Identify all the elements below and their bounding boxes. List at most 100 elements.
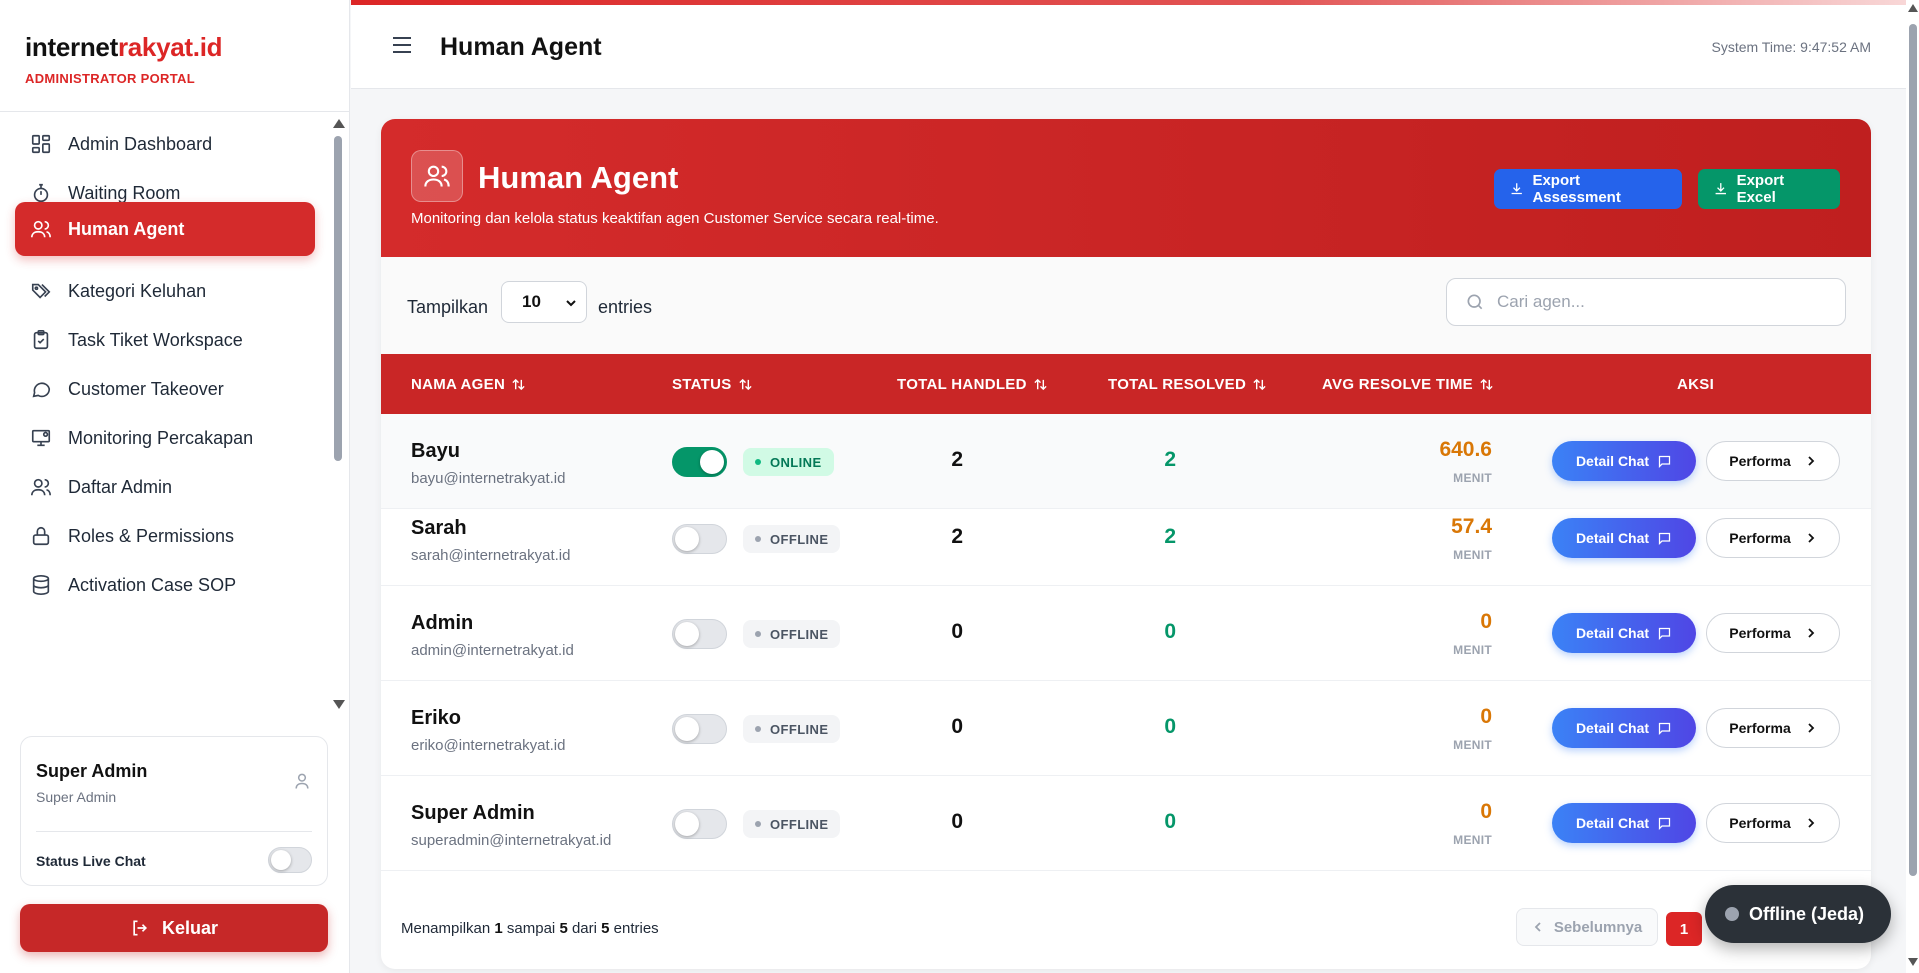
total-handled: 0 — [951, 810, 963, 833]
brand: internetrakyat.id ADMINISTRATOR PORTAL — [0, 0, 349, 112]
sidebar-item-label: Admin Dashboard — [68, 133, 213, 154]
sidebar-item-roles-permissions[interactable]: Roles & Permissions — [15, 509, 315, 563]
export-excel-button[interactable]: Export Excel — [1698, 169, 1840, 209]
entries-select[interactable]: 10 — [501, 281, 587, 323]
performa-button[interactable]: Performa — [1706, 708, 1840, 748]
page-scrollbar-thumb[interactable] — [1909, 24, 1917, 876]
performa-label: Performa — [1729, 530, 1791, 546]
avg-resolve-time: 0 — [1480, 705, 1492, 728]
agent-status-toggle[interactable] — [672, 809, 727, 839]
previous-page-label: Sebelumnya — [1553, 918, 1643, 936]
pagination-text: sampai — [506, 920, 556, 937]
page-scroll-down-arrow[interactable] — [1908, 958, 1918, 966]
status-dot — [1725, 907, 1739, 921]
detail-chat-button[interactable]: Detail Chat — [1552, 803, 1696, 843]
agent-status-floating-button[interactable]: Offline (Jeda) — [1705, 885, 1891, 943]
brand-name-part2: rakyat.id — [117, 32, 223, 62]
user-name: Super Admin — [36, 761, 148, 781]
status-badge: OFFLINE — [743, 525, 841, 553]
sidebar-item-label: Monitoring Percakapan — [68, 427, 254, 448]
agent-name: Super Admin — [411, 802, 535, 824]
sidebar-item-daftar-admin[interactable]: Daftar Admin — [15, 460, 315, 514]
status-badge: OFFLINE — [743, 715, 841, 743]
table-row: Sarah sarah@internetrakyat.id OFFLINE 2 … — [381, 491, 1871, 586]
divider — [36, 831, 312, 832]
sidebar-scrollbar-thumb[interactable] — [334, 136, 342, 461]
chat-bubble-icon — [1658, 532, 1671, 545]
column-header-avg-resolve-time[interactable]: AVG RESOLVE TIME — [1322, 376, 1494, 393]
avg-resolve-unit: MENIT — [1453, 833, 1492, 847]
agent-status-toggle[interactable] — [672, 714, 727, 744]
column-header-label: STATUS — [672, 376, 732, 393]
total-resolved: 2 — [1164, 448, 1176, 471]
sidebar-item-label: Waiting Room — [68, 182, 181, 203]
performa-label: Performa — [1729, 625, 1791, 641]
chat-bubble-icon — [1658, 455, 1671, 468]
logout-label: Keluar — [161, 917, 219, 938]
status-badge: OFFLINE — [743, 620, 841, 648]
sidebar-item-human-agent[interactable]: Human Agent — [15, 202, 315, 256]
agent-name: Eriko — [411, 707, 462, 729]
show-entries-label: Tampilkan — [407, 297, 489, 317]
detail-chat-button[interactable]: Detail Chat — [1552, 441, 1696, 481]
hero-icon-box — [411, 150, 463, 202]
detail-chat-label: Detail Chat — [1575, 453, 1650, 469]
monitor-icon — [31, 429, 51, 447]
user-card: Super Admin Super Admin Status Live Chat — [20, 736, 328, 886]
sidebar-scroll-up-arrow[interactable] — [333, 119, 345, 128]
column-header-total-handled[interactable]: TOTAL HANDLED — [897, 376, 1048, 393]
performa-button[interactable]: Performa — [1706, 803, 1840, 843]
human-agent-panel: Human Agent Monitoring dan kelola status… — [381, 119, 1871, 969]
export-assessment-button[interactable]: Export Assessment — [1494, 169, 1682, 209]
detail-chat-button[interactable]: Detail Chat — [1552, 708, 1696, 748]
column-header-label: NAMA AGEN — [411, 376, 506, 393]
stopwatch-icon — [33, 183, 49, 203]
brand-logo[interactable]: internetrakyat.id — [25, 32, 349, 63]
column-header-total-resolved[interactable]: TOTAL RESOLVED — [1108, 376, 1267, 393]
detail-chat-button[interactable]: Detail Chat — [1552, 613, 1696, 653]
performa-button[interactable]: Performa — [1706, 518, 1840, 558]
sort-icon — [512, 378, 525, 391]
avg-resolve-unit: MENIT — [1453, 548, 1492, 562]
agent-status-toggle[interactable] — [672, 447, 727, 477]
agent-status-toggle[interactable] — [672, 619, 727, 649]
sidebar-item-monitoring-percakapan[interactable]: Monitoring Percakapan — [15, 411, 315, 465]
live-chat-toggle[interactable] — [268, 847, 312, 873]
avg-resolve-time: 0 — [1480, 610, 1492, 633]
sidebar-item-label: Human Agent — [68, 218, 185, 239]
total-handled: 2 — [951, 525, 963, 548]
performa-label: Performa — [1729, 720, 1791, 736]
previous-page-button[interactable]: Sebelumnya — [1516, 908, 1658, 946]
pagination-to: 5 — [559, 920, 568, 937]
sidebar-item-admin-dashboard[interactable]: Admin Dashboard — [15, 117, 315, 171]
sidebar-item-customer-takeover[interactable]: Customer Takeover — [15, 362, 315, 416]
column-header-nama-agen[interactable]: NAMA AGEN — [411, 376, 526, 393]
avg-resolve-time: 640.6 — [1439, 438, 1492, 461]
sidebar-item-kategori-keluhan[interactable]: Kategori Keluhan — [15, 264, 315, 318]
performa-button[interactable]: Performa — [1706, 441, 1840, 481]
logout-button[interactable]: Keluar — [20, 904, 328, 952]
sidebar-item-activation-case-sop[interactable]: Activation Case SOP — [15, 558, 315, 612]
user-icon — [295, 773, 309, 789]
hamburger-menu-icon[interactable] — [391, 36, 413, 54]
pagination-total: 5 — [601, 920, 610, 937]
avg-resolve-unit: MENIT — [1453, 471, 1492, 485]
sidebar-item-task-tiket-workspace[interactable]: Task Tiket Workspace — [15, 313, 315, 367]
sort-icon — [1253, 378, 1266, 391]
chat-bubble-icon — [32, 382, 51, 398]
sidebar-item-label: Kategori Keluhan — [68, 280, 207, 301]
page-scroll-up-arrow[interactable] — [1908, 4, 1918, 12]
agent-status-toggle[interactable] — [672, 524, 727, 554]
agent-email: eriko@internetrakyat.id — [411, 737, 566, 754]
chevron-right-icon — [1808, 628, 1815, 638]
pagination-from: 1 — [494, 920, 503, 937]
column-header-status[interactable]: STATUS — [672, 376, 753, 393]
agent-name: Bayu — [411, 440, 460, 462]
page-scrollbar[interactable] — [1906, 0, 1919, 973]
sidebar-scroll-down-arrow[interactable] — [333, 700, 345, 709]
page-number-button[interactable]: 1 — [1666, 912, 1702, 946]
performa-button[interactable]: Performa — [1706, 613, 1840, 653]
detail-chat-button[interactable]: Detail Chat — [1552, 518, 1696, 558]
download-icon — [1715, 183, 1726, 195]
search-input[interactable] — [1497, 292, 1837, 312]
